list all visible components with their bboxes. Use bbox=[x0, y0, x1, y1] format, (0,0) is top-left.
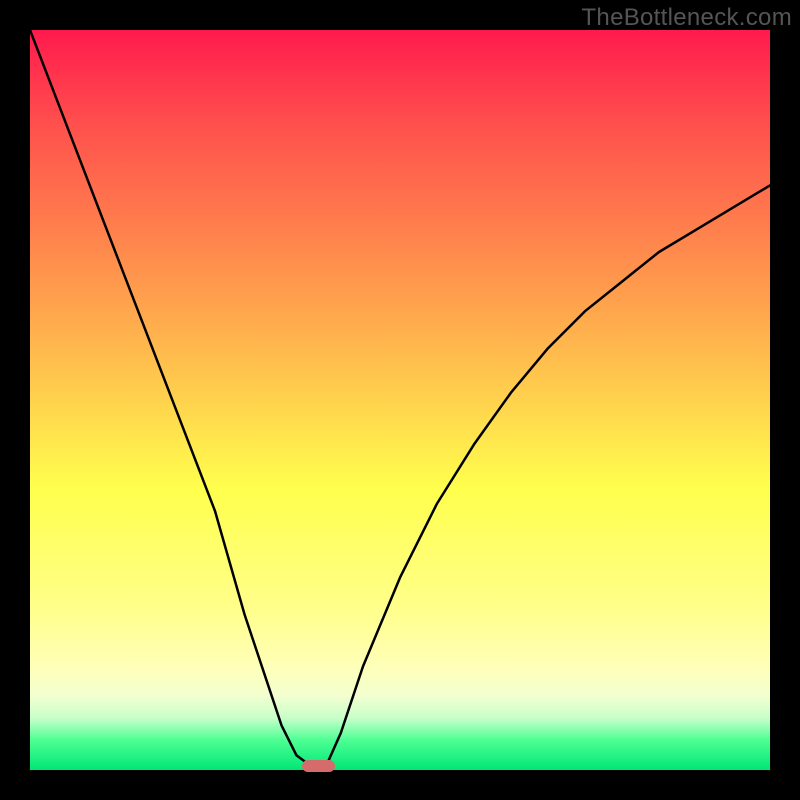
chart-frame: TheBottleneck.com bbox=[0, 0, 800, 800]
bottleneck-curve bbox=[30, 30, 770, 770]
plot-area bbox=[30, 30, 770, 770]
watermark-text: TheBottleneck.com bbox=[581, 4, 792, 32]
floor-indicator bbox=[302, 760, 335, 772]
